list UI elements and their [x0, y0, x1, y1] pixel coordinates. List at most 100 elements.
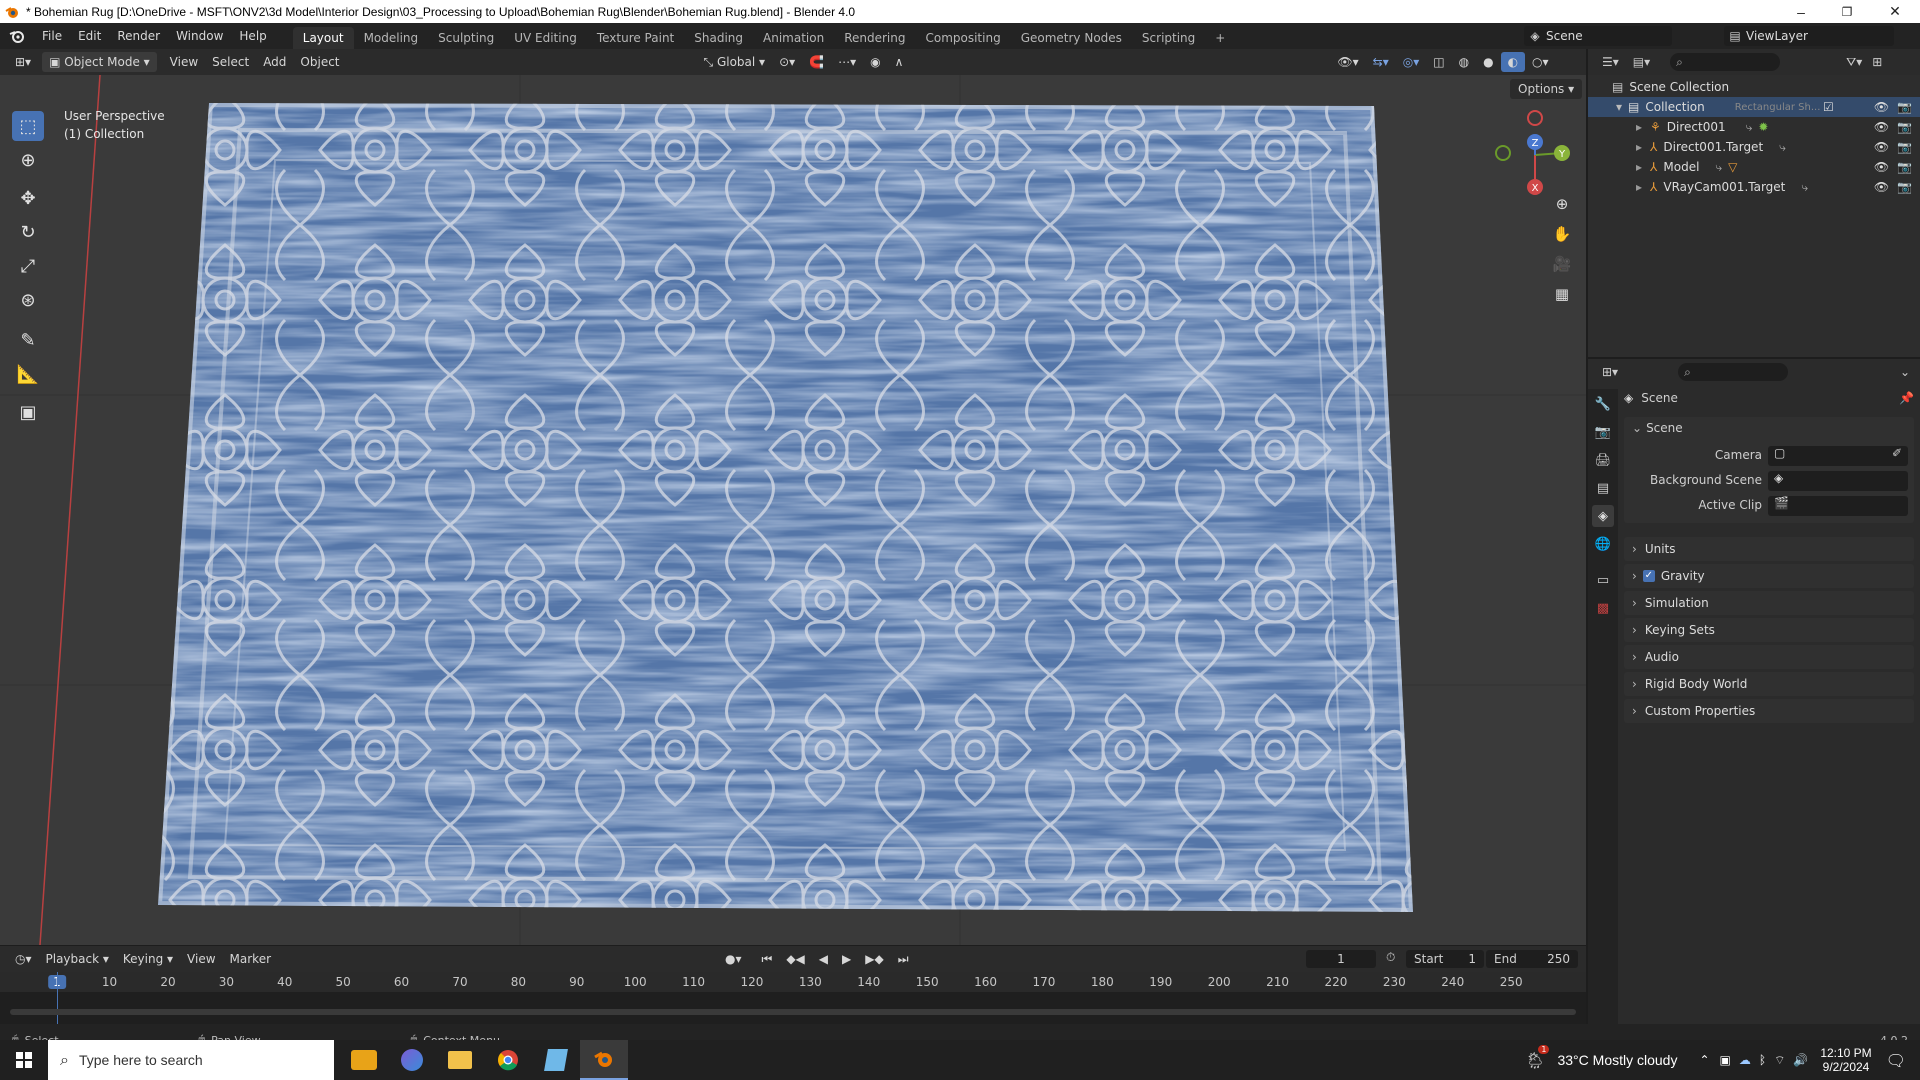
units-panel-header[interactable]: › Units: [1624, 537, 1914, 561]
visibility-eye-icon[interactable]: 👁: [1874, 120, 1889, 134]
expand-arrow-icon[interactable]: ▸: [1636, 180, 1642, 194]
proportional-edit-icon[interactable]: ◉: [863, 52, 887, 72]
rotate-tool-icon[interactable]: ↻: [12, 217, 44, 247]
collection-tab-icon[interactable]: ▭: [1592, 569, 1614, 591]
audio-panel-header[interactable]: › Audio: [1624, 645, 1914, 669]
minimize-button[interactable]: –: [1778, 0, 1824, 23]
jump-keyframe-back-icon[interactable]: ◆◀: [779, 949, 811, 969]
gravity-checkbox[interactable]: ✓: [1642, 570, 1655, 582]
visibility-eye-icon[interactable]: 👁: [1874, 100, 1889, 114]
material-shading-icon[interactable]: ◐: [1500, 52, 1526, 72]
auto-keying-icon[interactable]: ●▾: [718, 949, 749, 969]
overlays-toggle-icon[interactable]: ◎▾: [1396, 52, 1427, 72]
visibility-eye-icon[interactable]: 👁: [1874, 140, 1889, 154]
jump-end-icon[interactable]: ⏭: [891, 949, 916, 969]
active-clip-field[interactable]: 🎬: [1768, 496, 1908, 516]
navigation-gizmo[interactable]: Z Y X: [1488, 105, 1578, 205]
display-mode-icon[interactable]: ▤▾: [1633, 55, 1650, 69]
restore-button[interactable]: ❐: [1824, 0, 1870, 23]
solid-shading-icon[interactable]: ●: [1476, 52, 1500, 72]
tab-layout[interactable]: Layout: [292, 26, 354, 49]
jump-start-icon[interactable]: ⏮: [755, 949, 780, 969]
output-tab-icon[interactable]: 🖨: [1592, 449, 1614, 471]
background-scene-field[interactable]: ◈: [1768, 471, 1908, 491]
editor-type-icon[interactable]: ⊞▾: [8, 52, 38, 72]
weather-icon[interactable]: 🌦 1: [1525, 1044, 1550, 1070]
ortho-grid-icon[interactable]: ▦: [1550, 285, 1574, 309]
texture-tab-icon[interactable]: ▩: [1592, 597, 1614, 619]
visibility-eye-icon[interactable]: 👁: [1874, 180, 1889, 194]
transform-tool-icon[interactable]: ⊛: [12, 285, 44, 315]
render-tab-icon[interactable]: 📷: [1592, 421, 1614, 443]
pin-icon[interactable]: 📌: [1899, 391, 1914, 405]
menu-playback[interactable]: Playback ▾: [39, 949, 116, 969]
scene-panel-header[interactable]: ⌄ Scene: [1632, 421, 1683, 435]
render-camera-icon[interactable]: 📷: [1897, 100, 1912, 114]
blender-taskbar-icon[interactable]: [580, 1040, 628, 1080]
xray-toggle-icon[interactable]: ◫: [1426, 52, 1451, 72]
outliner-search-input[interactable]: ⌕: [1670, 53, 1781, 71]
menu-timeline-view[interactable]: View: [180, 949, 222, 969]
tab-animation[interactable]: Animation: [753, 27, 834, 49]
play-icon[interactable]: ▶: [835, 949, 858, 969]
outliner-row-direct001-target[interactable]: ▸ ⅄ Direct001.Target ⤷ 👁 📷: [1588, 137, 1920, 157]
pivot-point-icon[interactable]: ⊙▾: [772, 52, 802, 72]
menu-add[interactable]: Add: [256, 52, 293, 72]
expand-arrow-icon[interactable]: ▸: [1636, 140, 1642, 154]
snap-icon[interactable]: 🧲: [802, 52, 831, 72]
measure-tool-icon[interactable]: 📐: [12, 359, 44, 389]
options-dropdown[interactable]: Options ▾: [1510, 79, 1583, 99]
start-frame-field[interactable]: Start 1: [1406, 950, 1484, 968]
taskbar-search-box[interactable]: ⌕ Type here to search: [48, 1040, 334, 1080]
outliner-editor-icon[interactable]: ☰▾: [1602, 55, 1619, 69]
eyedropper-icon[interactable]: ✐: [1892, 446, 1902, 460]
gizmo-toggle-icon[interactable]: ⇆▾: [1366, 52, 1396, 72]
menu-view[interactable]: View: [163, 52, 205, 72]
move-tool-icon[interactable]: ✥: [12, 183, 44, 213]
briefcase-app-icon[interactable]: [340, 1040, 388, 1080]
tab-modeling[interactable]: Modeling: [354, 27, 429, 49]
falloff-icon[interactable]: ∧: [888, 52, 911, 72]
blender-menu-icon[interactable]: [0, 29, 34, 43]
close-button[interactable]: ✕: [1872, 0, 1918, 23]
simulation-panel-header[interactable]: › Simulation: [1624, 591, 1914, 615]
scale-tool-icon[interactable]: ⤢: [12, 251, 44, 281]
render-camera-icon[interactable]: 📷: [1897, 180, 1912, 194]
rigid-body-world-panel-header[interactable]: › Rigid Body World: [1624, 672, 1914, 696]
visibility-eye-icon[interactable]: 👁: [1874, 160, 1889, 174]
scene-selector[interactable]: ◈ Scene: [1524, 26, 1672, 46]
tab-texture-paint[interactable]: Texture Paint: [587, 27, 684, 49]
pan-hand-icon[interactable]: ✋: [1550, 225, 1574, 249]
keying-sets-panel-header[interactable]: › Keying Sets: [1624, 618, 1914, 642]
timeline-editor-icon[interactable]: ◷▾: [8, 949, 39, 969]
current-frame-field[interactable]: 1: [1306, 950, 1376, 968]
outliner-row-collection[interactable]: ▾ ▤ Collection Rectangular Sh... ☑ 👁 📷: [1588, 97, 1920, 117]
menu-object[interactable]: Object: [293, 52, 346, 72]
tab-scripting[interactable]: Scripting: [1132, 27, 1205, 49]
timeline-scrollbar[interactable]: [10, 1009, 1576, 1015]
menu-keying[interactable]: Keying ▾: [116, 949, 180, 969]
tab-uv-editing[interactable]: UV Editing: [504, 27, 587, 49]
render-camera-icon[interactable]: 📷: [1897, 120, 1912, 134]
rug-mesh[interactable]: [0, 75, 1586, 945]
outliner-row-scene-collection[interactable]: ▤ Scene Collection: [1588, 77, 1920, 97]
menu-help[interactable]: Help: [231, 23, 274, 49]
tab-shading[interactable]: Shading: [684, 27, 753, 49]
render-camera-icon[interactable]: 📷: [1897, 160, 1912, 174]
meet-now-icon[interactable]: ▣: [1720, 1053, 1731, 1067]
edge-browser-icon[interactable]: [388, 1040, 436, 1080]
menu-render[interactable]: Render: [109, 23, 168, 49]
rendered-shading-icon[interactable]: ○▾: [1525, 52, 1556, 72]
tab-geometry-nodes[interactable]: Geometry Nodes: [1011, 27, 1132, 49]
notepad-app-icon[interactable]: [532, 1040, 580, 1080]
wifi-icon[interactable]: ⌔: [1774, 1053, 1785, 1068]
jump-keyframe-forward-icon[interactable]: ▶◆: [858, 949, 890, 969]
menu-edit[interactable]: Edit: [70, 23, 109, 49]
tab-compositing[interactable]: Compositing: [915, 27, 1010, 49]
custom-properties-panel-header[interactable]: › Custom Properties: [1624, 699, 1914, 723]
tab-sculpting[interactable]: Sculpting: [428, 27, 504, 49]
render-camera-icon[interactable]: 📷: [1897, 140, 1912, 154]
gravity-panel-header[interactable]: › ✓ Gravity: [1624, 564, 1914, 588]
menu-select[interactable]: Select: [205, 52, 256, 72]
wireframe-shading-icon[interactable]: ◍: [1452, 52, 1476, 72]
